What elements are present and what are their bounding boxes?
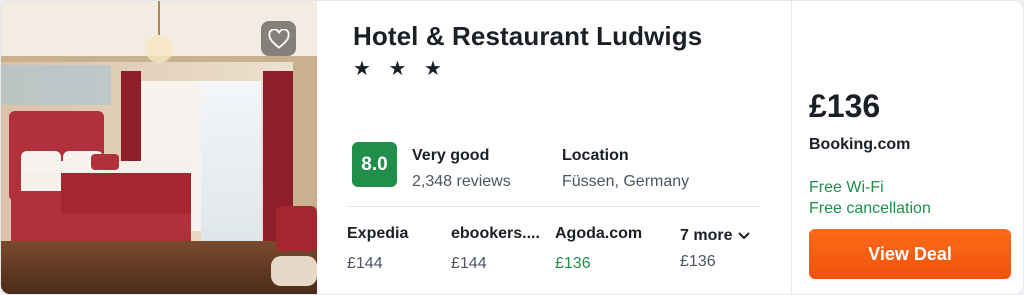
view-deal-button[interactable]: View Deal	[809, 229, 1011, 279]
divider	[347, 206, 761, 207]
more-deals-label: 7 more	[680, 227, 733, 244]
provider-price-best: £136	[555, 255, 591, 272]
perk-free-cancellation: Free cancellation	[809, 200, 931, 217]
provider-name: Expedia	[347, 225, 409, 242]
more-deals-toggle[interactable]: 7 more	[680, 227, 750, 245]
star-rating: ★ ★ ★	[353, 58, 448, 80]
more-deals-price: £136	[680, 253, 716, 270]
provider-name: Agoda.com	[555, 225, 643, 242]
provider-price: £144	[347, 255, 383, 272]
hotel-photo[interactable]	[1, 1, 317, 294]
rating-label: Very good	[412, 147, 490, 164]
provider-offer[interactable]: ebookers.... £144	[451, 225, 561, 273]
favorite-button[interactable]	[261, 21, 296, 56]
rating-score-badge: 8.0	[352, 142, 397, 187]
review-count[interactable]: 2,348 reviews	[412, 173, 511, 191]
provider-price: £144	[451, 255, 487, 272]
deal-vendor: Booking.com	[809, 136, 911, 153]
heart-icon	[267, 28, 290, 49]
perk-free-wifi: Free Wi-Fi	[809, 179, 884, 196]
provider-offer[interactable]: Expedia £144	[347, 225, 457, 273]
hotel-card: Hotel & Restaurant Ludwigs ★ ★ ★ 8.0 Ver…	[0, 0, 1024, 295]
deal-panel: £136 Booking.com Free Wi-Fi Free cancell…	[791, 1, 1023, 294]
location-value: Füssen, Germany	[562, 173, 690, 190]
hotel-name[interactable]: Hotel & Restaurant Ludwigs	[353, 21, 702, 52]
chevron-down-icon	[738, 232, 750, 239]
hotel-info: Hotel & Restaurant Ludwigs ★ ★ ★ 8.0 Ver…	[317, 1, 791, 294]
deal-price: £136	[809, 88, 881, 124]
provider-name: ebookers....	[451, 225, 540, 242]
provider-offer[interactable]: Agoda.com £136	[555, 225, 665, 273]
location-label: Location	[562, 147, 629, 164]
